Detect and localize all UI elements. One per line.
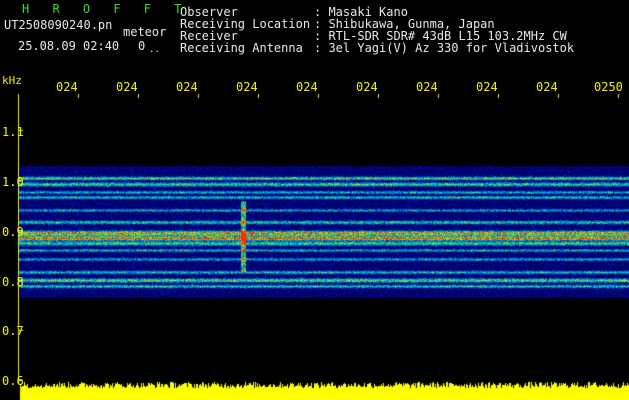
time-tick: 0250 [594, 80, 623, 94]
filename-label: UT2508090240.pn [4, 18, 113, 32]
datetime-label: 25.08.09 02:40 [18, 39, 120, 53]
tag-label: meteor [123, 25, 167, 39]
time-tick: 024 [56, 80, 78, 94]
spectrogram-canvas [0, 0, 629, 400]
time-tick: 024 [536, 80, 558, 94]
freq-tick: 0.7 [2, 324, 24, 338]
antenna-value: : 3el Yagi(V) Az 330 for Vladivostok [314, 41, 575, 55]
app-title: H R O F F T [22, 2, 190, 16]
freq-tick: 0.6 [2, 374, 24, 388]
time-tick: 024 [356, 80, 378, 94]
freq-tick: 0.9 [2, 225, 24, 239]
freq-tick: 1.1 [2, 125, 24, 139]
time-tick: 024 [176, 80, 198, 94]
time-tick: 024 [416, 80, 438, 94]
time-tick: 024 [476, 80, 498, 94]
time-tick: 024 [116, 80, 138, 94]
time-tick: 024 [296, 80, 318, 94]
counter-label: 0 [138, 39, 146, 53]
unit-label: kHz [2, 74, 22, 87]
time-tick: 024 [236, 80, 258, 94]
freq-tick: 0.8 [2, 275, 24, 289]
counter-suffix: .. [149, 45, 160, 55]
freq-tick: 1.0 [2, 175, 24, 189]
antenna-label: Receiving Antenna [180, 41, 303, 55]
